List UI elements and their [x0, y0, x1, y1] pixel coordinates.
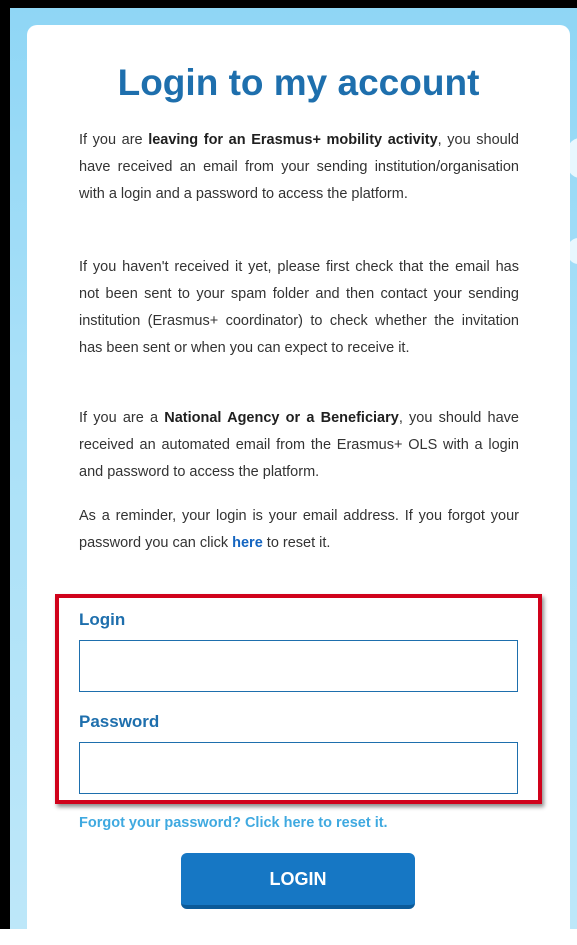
- bold-segment: leaving for an Erasmus+ mobility activit…: [148, 132, 438, 148]
- page-title: Login to my account: [117, 62, 480, 103]
- reset-here-link[interactable]: here: [232, 535, 263, 551]
- text-segment: If you are a: [79, 410, 165, 426]
- login-label: Login: [79, 610, 126, 629]
- intro-paragraph-3: If you are a National Agency or a Benefi…: [79, 405, 519, 486]
- text-segment: If you are: [79, 132, 149, 148]
- text-segment: to reset it.: [262, 535, 331, 551]
- intro-paragraph-2: If you haven't received it yet, please f…: [79, 259, 519, 356]
- password-label: Password: [79, 712, 160, 731]
- password-input[interactable]: [79, 742, 518, 794]
- bold-segment: National Agency or a Beneficiary: [164, 410, 399, 426]
- forgot-password-link[interactable]: Forgot your password? Click here to rese…: [79, 815, 388, 831]
- intro-paragraph-1: If you are leaving for an Erasmus+ mobil…: [79, 127, 519, 208]
- intro-paragraph-4: As a reminder, your login is your email …: [79, 503, 519, 557]
- login-input[interactable]: [79, 640, 518, 692]
- login-button[interactable]: LOGIN: [181, 853, 415, 909]
